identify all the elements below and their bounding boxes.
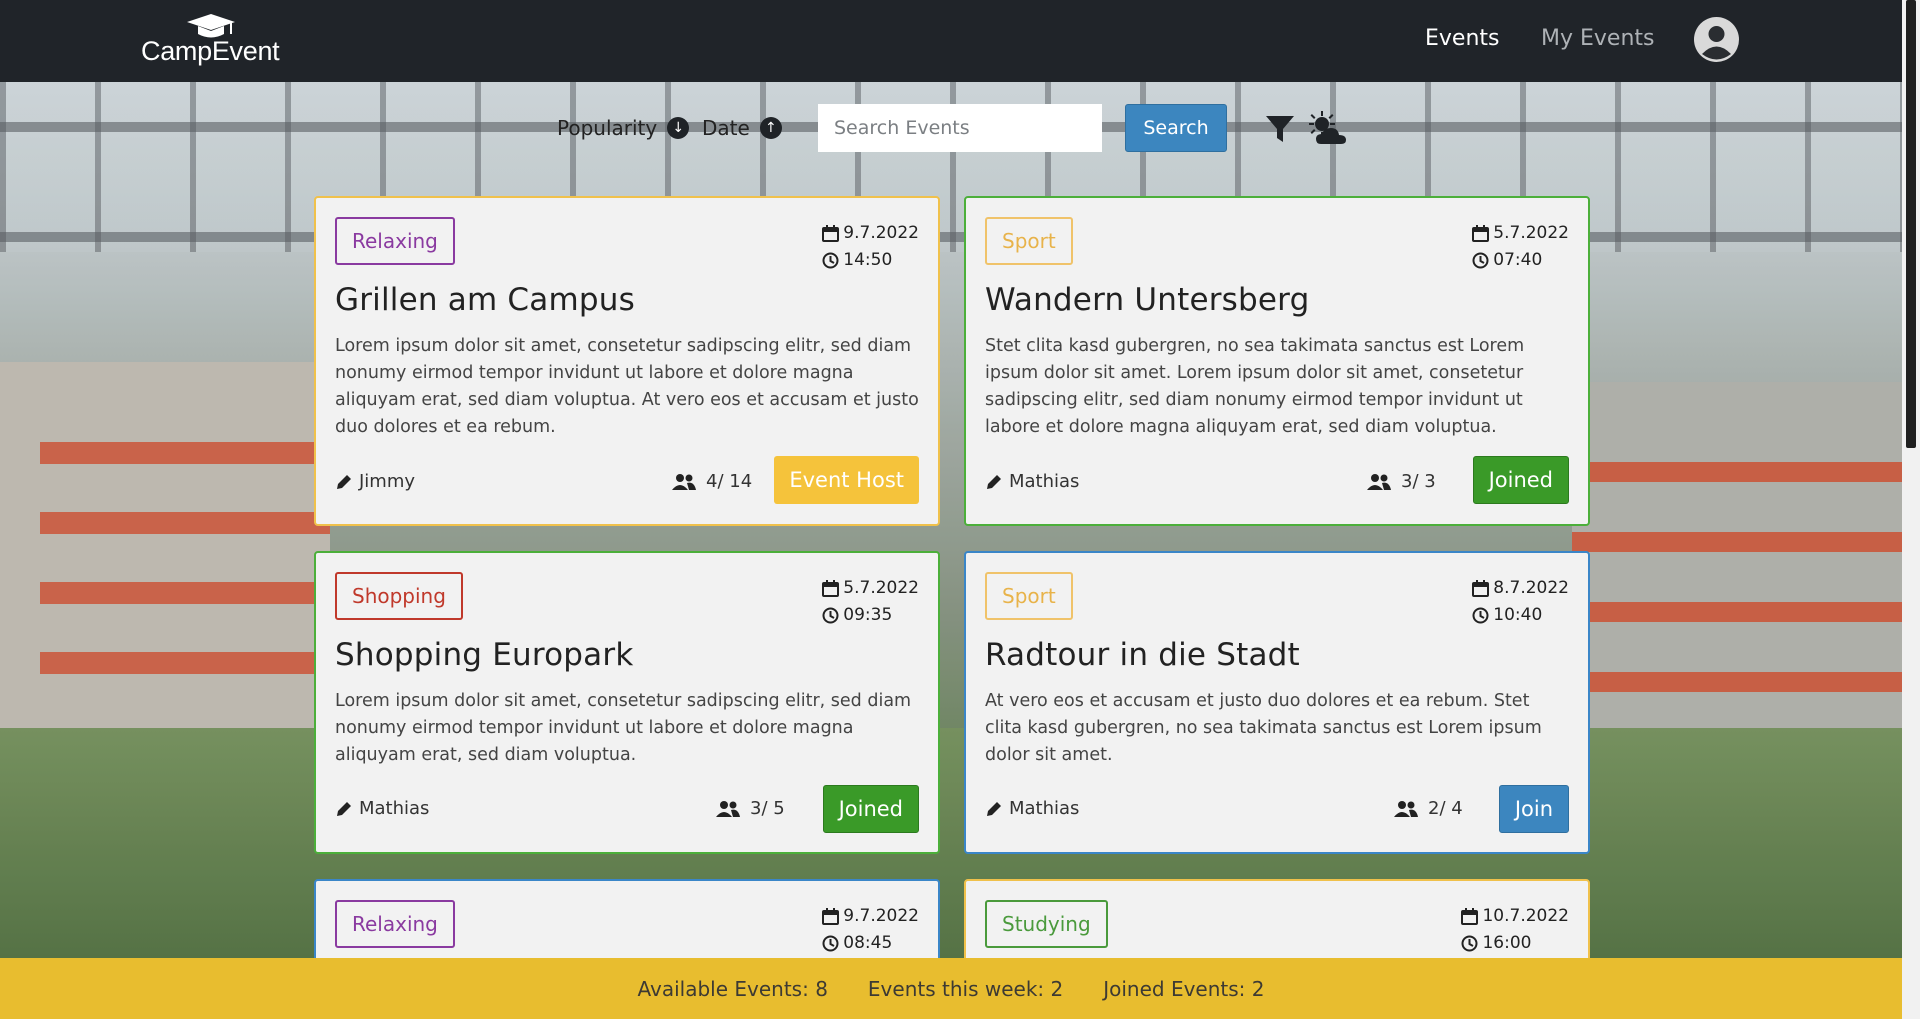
event-title: Shopping Europark [335, 637, 634, 673]
event-date: 8.7.2022 [1493, 578, 1569, 598]
joined-button[interactable]: Joined [1472, 456, 1569, 504]
author-name: Mathias [359, 798, 430, 819]
search-button[interactable]: Search [1125, 104, 1227, 152]
clock-icon [1472, 607, 1489, 624]
users-icon [1367, 473, 1391, 490]
logo-text: CampEvent [141, 36, 280, 66]
event-description: Lorem ipsum dolor sit amet, consetetur s… [335, 336, 919, 437]
event-members: 2/ 4 [1394, 798, 1463, 819]
event-time: 09:35 [843, 605, 893, 625]
logo[interactable]: CampEvent [141, 12, 301, 68]
pencil-icon [337, 801, 351, 816]
event-datetime: 5.7.2022 07:40 [1472, 220, 1569, 274]
author-name: Mathias [1009, 471, 1080, 492]
clock-icon [822, 607, 839, 624]
search-input[interactable] [818, 104, 1102, 152]
sort-date-label: Date [702, 116, 750, 140]
event-card[interactable]: Sport 5.7.2022 07:40 Wandern Untersberg … [964, 196, 1590, 526]
filter-icon[interactable] [1264, 113, 1296, 145]
event-title: Grillen am Campus [335, 282, 635, 318]
category-badge: Relaxing [335, 900, 455, 948]
nav-link-my-events[interactable]: My Events [1541, 26, 1654, 51]
member-count: 4/ 14 [706, 471, 753, 492]
pencil-icon [987, 801, 1001, 816]
event-date: 9.7.2022 [843, 906, 919, 926]
user-avatar-icon[interactable] [1694, 17, 1739, 62]
event-card[interactable]: Shopping 5.7.2022 09:35 Shopping Europar… [314, 551, 940, 854]
event-date: 9.7.2022 [843, 223, 919, 243]
event-author: Mathias [985, 798, 1079, 819]
scrollbar-thumb[interactable] [1906, 0, 1916, 448]
event-author: Mathias [985, 471, 1079, 492]
clock-icon [1472, 252, 1489, 269]
sort-date[interactable]: Date ↑ [702, 116, 782, 140]
event-datetime: 8.7.2022 10:40 [1472, 575, 1569, 629]
weather-sun-cloud-icon[interactable] [1307, 110, 1349, 148]
stats-footer: Available Events: 8 Events this week: 2 … [0, 958, 1902, 1019]
event-description: Stet clita kasd gubergren, no sea takima… [985, 336, 1525, 437]
event-time: 10:40 [1493, 605, 1543, 625]
event-date: 5.7.2022 [843, 578, 919, 598]
calendar-icon [1461, 908, 1479, 925]
category-badge: Sport [985, 217, 1073, 265]
member-count: 2/ 4 [1428, 798, 1463, 819]
event-description: At vero eos et accusam et justo duo dolo… [985, 691, 1542, 765]
background-image [0, 82, 1902, 958]
calendar-icon [822, 580, 840, 597]
calendar-icon [822, 908, 840, 925]
arrow-up-icon[interactable]: ↑ [759, 117, 782, 139]
users-icon [672, 473, 696, 490]
top-navbar: CampEvent Events My Events [0, 0, 1902, 82]
join-button[interactable]: Join [1498, 785, 1569, 833]
users-icon [716, 800, 740, 817]
event-author: Jimmy [335, 471, 415, 492]
author-name: Jimmy [359, 471, 416, 492]
available-events-stat: Available Events: 8 [637, 976, 828, 1001]
event-card[interactable]: Relaxing 9.7.2022 14:50 Grillen am Campu… [314, 196, 940, 526]
event-time: 16:00 [1482, 933, 1532, 953]
category-badge: Relaxing [335, 217, 455, 265]
category-badge: Sport [985, 572, 1073, 620]
event-time: 07:40 [1493, 250, 1543, 270]
calendar-icon [1472, 225, 1490, 242]
event-title: Wandern Untersberg [985, 282, 1310, 318]
sort-popularity-label: Popularity [557, 116, 658, 140]
event-time: 08:45 [843, 933, 893, 953]
scrollbar[interactable] [1902, 0, 1920, 1019]
event-time: 14:50 [843, 250, 893, 270]
event-members: 3/ 5 [716, 798, 785, 819]
nav-link-events[interactable]: Events [1425, 26, 1500, 51]
clock-icon [822, 252, 839, 269]
author-name: Mathias [1009, 798, 1080, 819]
calendar-icon [1472, 580, 1490, 597]
member-count: 3/ 5 [750, 798, 785, 819]
sort-popularity[interactable]: Popularity ↓ [557, 116, 690, 140]
event-date: 10.7.2022 [1482, 906, 1569, 926]
calendar-icon [822, 225, 840, 242]
member-count: 3/ 3 [1401, 471, 1436, 492]
event-date: 5.7.2022 [1493, 223, 1569, 243]
event-members: 4/ 14 [672, 471, 752, 492]
events-this-week-stat: Events this week: 2 [867, 976, 1064, 1001]
users-icon [1394, 800, 1418, 817]
pencil-icon [987, 474, 1001, 489]
event-datetime: 9.7.2022 08:45 [822, 903, 919, 957]
event-datetime: 5.7.2022 09:35 [822, 575, 919, 629]
event-host-button[interactable]: Event Host [774, 456, 919, 504]
joined-events-stat: Joined Events: 2 [1103, 976, 1265, 1001]
event-members: 3/ 3 [1367, 471, 1436, 492]
event-title: Radtour in die Stadt [985, 637, 1300, 673]
arrow-down-icon[interactable]: ↓ [667, 117, 690, 139]
joined-button[interactable]: Joined [822, 785, 919, 833]
pencil-icon [337, 474, 351, 489]
event-datetime: 10.7.2022 16:00 [1461, 903, 1569, 957]
clock-icon [1461, 935, 1478, 952]
event-card[interactable]: Sport 8.7.2022 10:40 Radtour in die Stad… [964, 551, 1590, 854]
clock-icon [822, 935, 839, 952]
event-description: Lorem ipsum dolor sit amet, consetetur s… [335, 691, 912, 765]
category-badge: Shopping [335, 572, 463, 620]
category-badge: Studying [985, 900, 1108, 948]
event-datetime: 9.7.2022 14:50 [822, 220, 919, 274]
event-author: Mathias [335, 798, 429, 819]
